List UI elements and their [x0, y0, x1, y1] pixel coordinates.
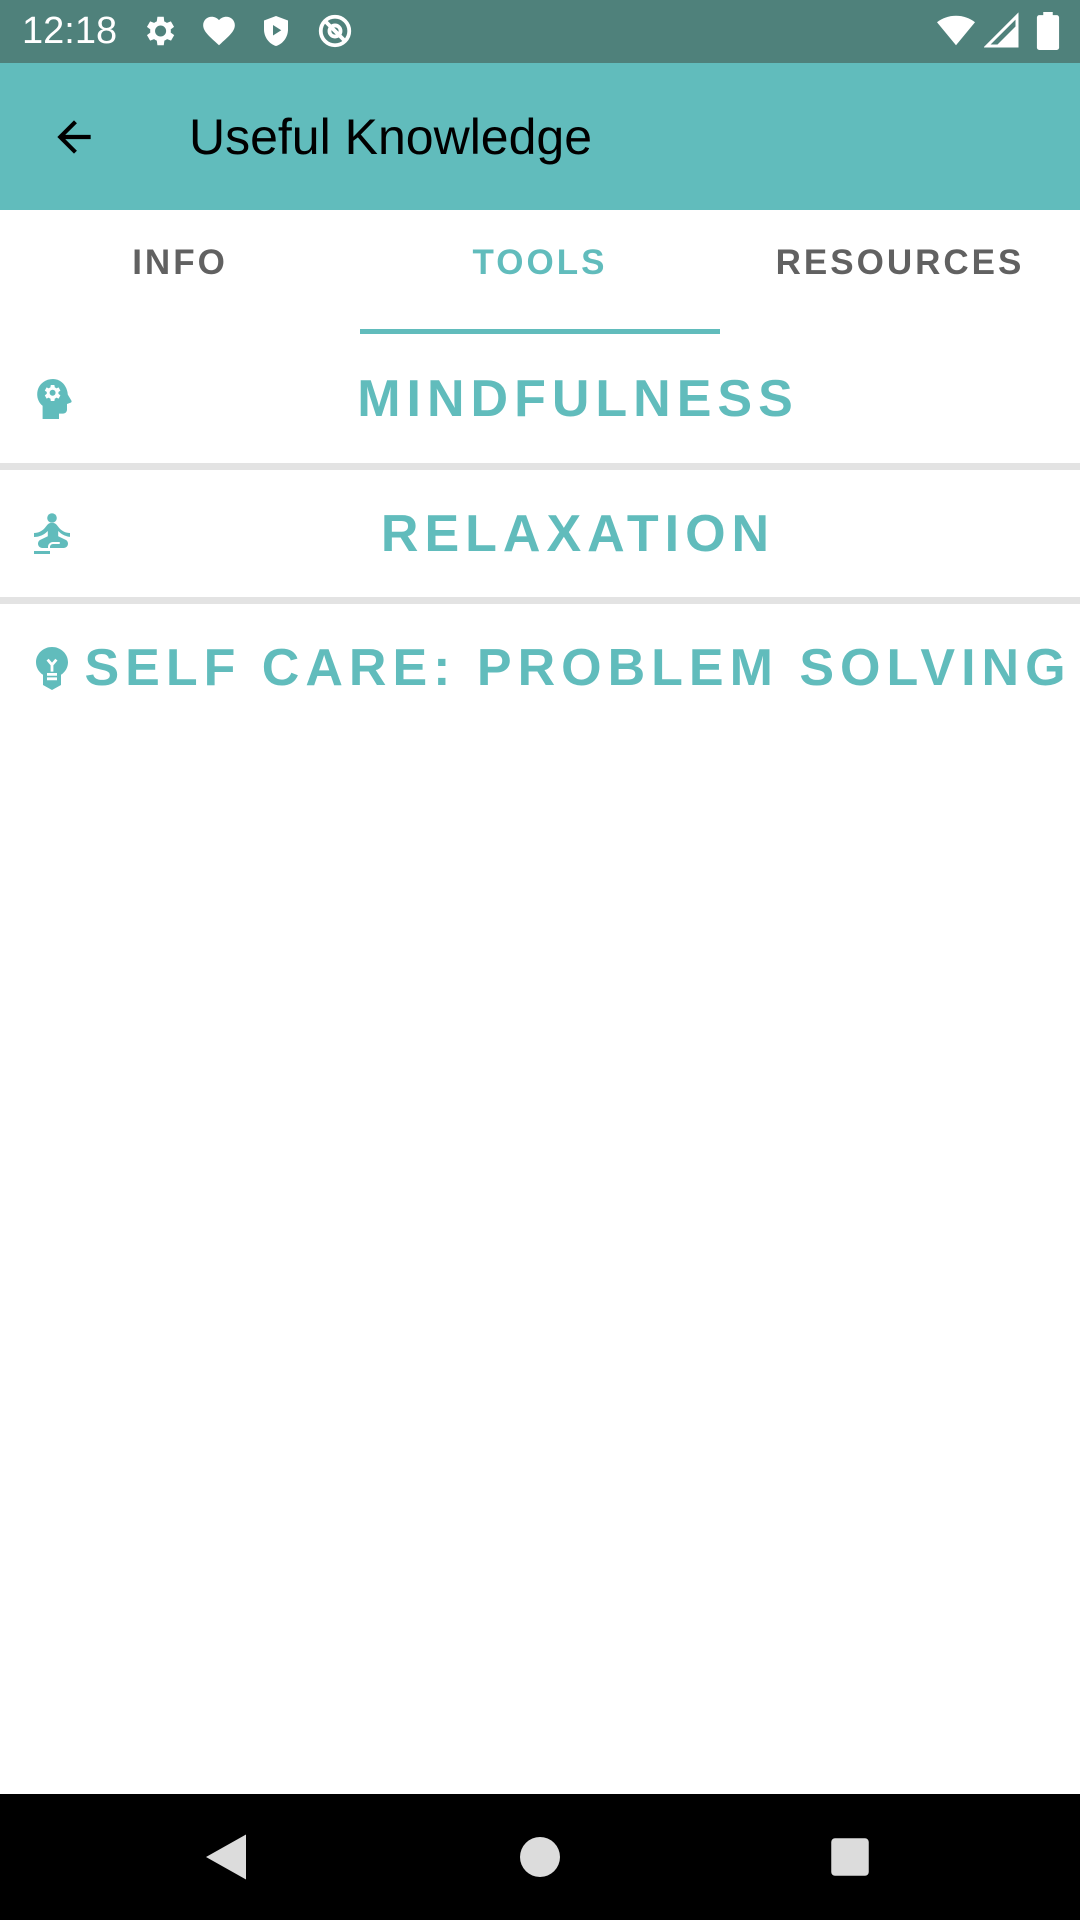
tab-tools[interactable]: TOOLS — [360, 210, 720, 335]
tab-info-label: INFO — [132, 242, 228, 282]
wifi-icon — [937, 15, 975, 46]
at-sign-icon — [318, 14, 352, 48]
arrow-back-icon — [57, 120, 91, 154]
gear-icon — [146, 16, 175, 46]
recents-square-icon[interactable] — [820, 1827, 880, 1887]
tool-item-label: MINDFULNESS — [357, 370, 799, 428]
system-nav-bar — [0, 1794, 1080, 1920]
status-system-icons — [936, 12, 1066, 52]
shield-play-icon — [264, 16, 288, 46]
tab-resources[interactable]: RESOURCES — [720, 210, 1080, 335]
divider — [0, 463, 1080, 470]
tab-indicator — [360, 329, 720, 334]
tool-item-label: RELAXATION — [380, 505, 776, 563]
tab-bar: INFO TOOLS RESOURCES — [0, 210, 1080, 335]
app-bar: Useful Knowledge — [0, 63, 1080, 210]
back-triangle-icon[interactable] — [196, 1827, 256, 1887]
back-button[interactable] — [38, 101, 110, 173]
tool-item-relaxation[interactable]: RELAXATION — [0, 470, 1080, 598]
status-time: 12:18 — [22, 10, 118, 52]
home-circle-icon[interactable] — [510, 1827, 570, 1887]
tab-tools-label: TOOLS — [472, 242, 608, 282]
signal-icon — [984, 12, 1019, 48]
battery-icon — [1036, 12, 1060, 50]
status-bar: 12:18 — [0, 0, 1080, 63]
divider — [0, 597, 1080, 604]
tool-item-label: SELF CARE: PROBLEM SOLVING — [84, 639, 1072, 697]
tab-resources-label: RESOURCES — [775, 242, 1025, 282]
tab-info[interactable]: INFO — [0, 210, 360, 335]
tool-item-self-care-problem-solving[interactable]: SELF CARE: PROBLEM SOLVING — [0, 604, 1080, 732]
tool-item-mindfulness[interactable]: MINDFULNESS — [0, 335, 1080, 463]
page-title: Useful Knowledge — [189, 109, 593, 165]
heart-icon — [203, 16, 235, 46]
